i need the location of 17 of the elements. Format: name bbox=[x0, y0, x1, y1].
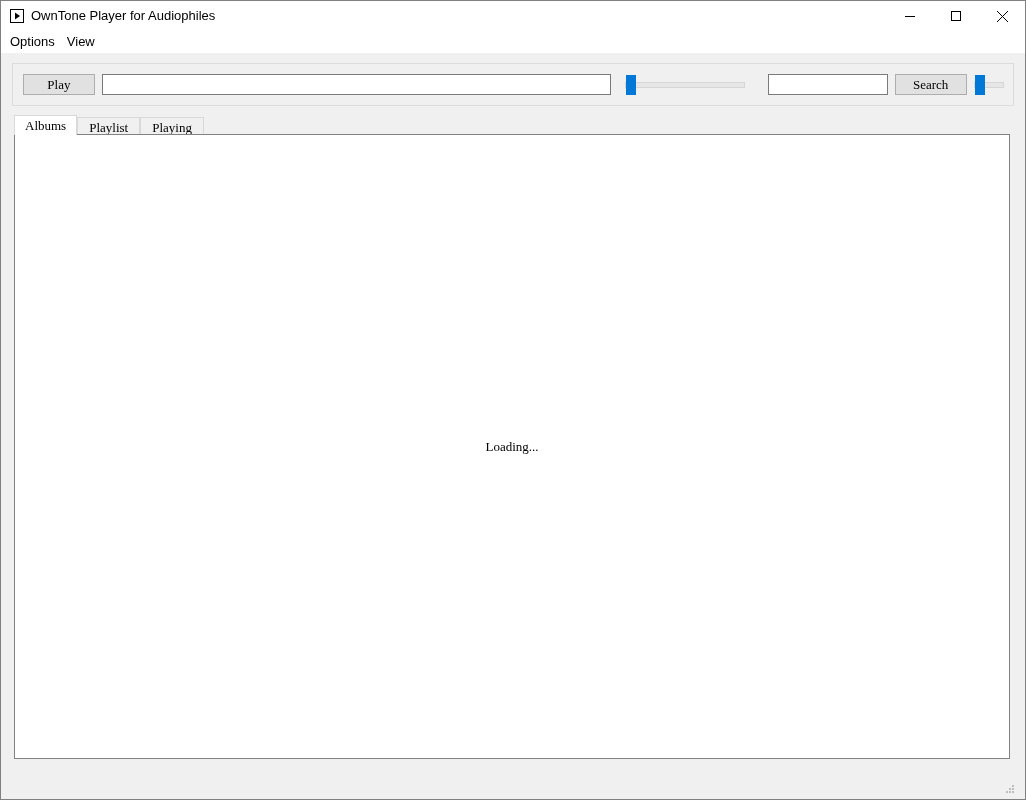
loading-text: Loading... bbox=[485, 437, 539, 456]
play-icon bbox=[10, 9, 24, 23]
play-button[interactable]: Play bbox=[23, 74, 95, 95]
tab[interactable]: Playing bbox=[140, 117, 204, 134]
slider-thumb[interactable] bbox=[625, 74, 636, 95]
tab[interactable]: Playlist bbox=[77, 117, 141, 134]
search-field[interactable] bbox=[767, 74, 888, 95]
search-button[interactable]: Search bbox=[894, 74, 967, 95]
window-title: OwnTone Player for Audiophiles bbox=[31, 7, 216, 26]
text-field[interactable] bbox=[101, 74, 611, 95]
tab[interactable]: Albums bbox=[14, 115, 78, 135]
slider-thumb[interactable] bbox=[974, 74, 985, 95]
resize-grip-icon bbox=[1006, 785, 1014, 793]
menu-item[interactable]: View bbox=[60, 32, 101, 52]
menu-item[interactable]: Options bbox=[4, 32, 61, 52]
maximize-icon bbox=[951, 11, 961, 21]
close-icon bbox=[996, 10, 1008, 22]
